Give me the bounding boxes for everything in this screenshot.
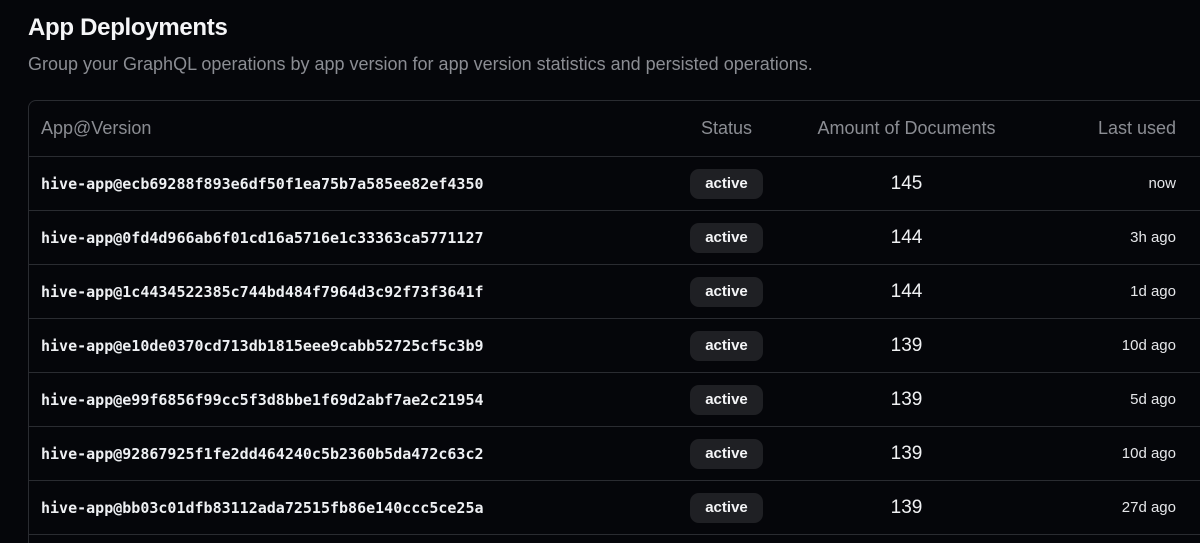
documents-count-cell: 145 — [804, 156, 1049, 211]
column-header-status: Status — [649, 101, 804, 157]
app-deployments-page: App Deployments Group your GraphQL opera… — [0, 0, 1200, 543]
app-version-cell[interactable]: hive-app@e99f6856f99cc5f3d8bbe1f69d2abf7… — [29, 372, 649, 427]
table-row[interactable]: hive-app@bb03c01dfb83112ada72515fb86e140… — [29, 480, 1200, 535]
last-used-cell: 1d ago — [1049, 264, 1200, 319]
column-header-documents: Amount of Documents — [804, 101, 1049, 157]
table-row[interactable]: hive-app@0fd4d966ab6f01cd16a5716e1c33363… — [29, 210, 1200, 265]
deployments-table: App@Version Status Amount of Documents L… — [29, 101, 1200, 535]
documents-count-cell: 139 — [804, 318, 1049, 373]
status-cell: active — [649, 372, 804, 427]
status-cell: active — [649, 156, 804, 211]
last-used-cell: 27d ago — [1049, 480, 1200, 535]
status-badge: active — [690, 492, 763, 523]
column-header-last-used: Last used — [1049, 101, 1200, 157]
status-cell: active — [649, 318, 804, 373]
app-version-cell[interactable]: hive-app@ecb69288f893e6df50f1ea75b7a585e… — [29, 156, 649, 211]
table-row[interactable]: hive-app@e99f6856f99cc5f3d8bbe1f69d2abf7… — [29, 372, 1200, 427]
table-row[interactable]: hive-app@e10de0370cd713db1815eee9cabb527… — [29, 318, 1200, 373]
documents-count-cell: 139 — [804, 426, 1049, 481]
status-cell: active — [649, 480, 804, 535]
last-used-cell: 5d ago — [1049, 372, 1200, 427]
column-header-app-version: App@Version — [29, 101, 649, 157]
last-used-cell: now — [1049, 156, 1200, 211]
app-version-cell[interactable]: hive-app@0fd4d966ab6f01cd16a5716e1c33363… — [29, 210, 649, 265]
app-version-cell[interactable]: hive-app@1c4434522385c744bd484f7964d3c92… — [29, 264, 649, 319]
last-used-cell: 10d ago — [1049, 426, 1200, 481]
status-cell: active — [649, 264, 804, 319]
status-badge: active — [690, 222, 763, 253]
documents-count-cell: 144 — [804, 210, 1049, 265]
app-version-cell[interactable]: hive-app@e10de0370cd713db1815eee9cabb527… — [29, 318, 649, 373]
status-badge: active — [690, 276, 763, 307]
deployments-table-card: App@Version Status Amount of Documents L… — [28, 100, 1200, 543]
status-badge: active — [690, 330, 763, 361]
documents-count-cell: 139 — [804, 372, 1049, 427]
app-version-cell[interactable]: hive-app@bb03c01dfb83112ada72515fb86e140… — [29, 480, 649, 535]
last-used-cell: 3h ago — [1049, 210, 1200, 265]
page-title: App Deployments — [28, 14, 228, 41]
page-subtitle: Group your GraphQL operations by app ver… — [28, 54, 813, 74]
documents-count-cell: 139 — [804, 480, 1049, 535]
documents-count-cell: 144 — [804, 264, 1049, 319]
table-row[interactable]: hive-app@ecb69288f893e6df50f1ea75b7a585e… — [29, 156, 1200, 211]
table-row[interactable]: hive-app@92867925f1fe2dd464240c5b2360b5d… — [29, 426, 1200, 481]
status-badge: active — [690, 438, 763, 469]
status-cell: active — [649, 210, 804, 265]
table-row[interactable]: hive-app@1c4434522385c744bd484f7964d3c92… — [29, 264, 1200, 319]
status-cell: active — [649, 426, 804, 481]
status-badge: active — [690, 168, 763, 199]
last-used-cell: 10d ago — [1049, 318, 1200, 373]
app-version-cell[interactable]: hive-app@92867925f1fe2dd464240c5b2360b5d… — [29, 426, 649, 481]
status-badge: active — [690, 384, 763, 415]
table-header-row: App@Version Status Amount of Documents L… — [29, 101, 1200, 157]
